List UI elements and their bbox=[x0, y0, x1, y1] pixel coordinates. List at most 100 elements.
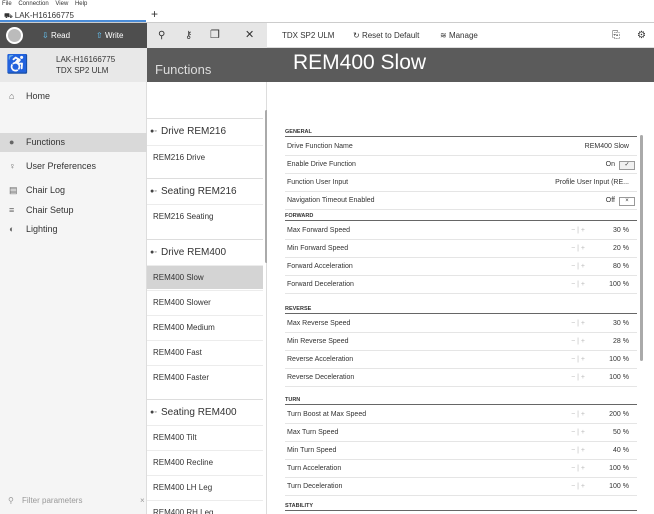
device-name: TDX SP2 ULM bbox=[282, 31, 335, 40]
param-value[interactable]: REM400 Slow bbox=[585, 138, 629, 156]
lighting-icon: ◐ bbox=[9, 224, 15, 234]
enable-toggle[interactable]: ✓ bbox=[619, 161, 635, 170]
value-stepper[interactable]: − | + bbox=[571, 222, 585, 240]
param-row[interactable]: Max Forward Speed − | + 30 % bbox=[285, 222, 637, 240]
group-title: Drive REM216 bbox=[161, 126, 227, 137]
tab-device[interactable]: ⛟ LAK-H16166775 bbox=[0, 9, 146, 22]
function-item[interactable]: REM400 LH Leg bbox=[147, 475, 263, 499]
param-value[interactable]: 80 % bbox=[613, 258, 629, 276]
filter-input[interactable]: ⚲ Filter parameters × bbox=[0, 492, 147, 510]
function-item[interactable]: REM400 Recline bbox=[147, 450, 263, 474]
key-icon[interactable]: ⚷ bbox=[185, 23, 192, 48]
param-value[interactable]: 40 % bbox=[613, 442, 629, 460]
add-tab-button[interactable]: + bbox=[151, 8, 158, 21]
param-row[interactable]: Forward Acceleration − | + 80 % bbox=[285, 258, 637, 276]
value-stepper[interactable]: − | + bbox=[571, 315, 585, 333]
param-row[interactable]: Function User Input Profile User Input (… bbox=[285, 174, 637, 192]
navigation-timeout-toggle[interactable]: × bbox=[619, 197, 635, 206]
function-group-seating-rem216[interactable]: ●◦ Seating REM216 bbox=[147, 178, 263, 204]
sidebar-item-home[interactable]: ⌂ Home bbox=[0, 87, 147, 106]
write-button[interactable]: ⇧ Write bbox=[96, 23, 123, 48]
function-item[interactable]: REM400 Fast bbox=[147, 340, 263, 364]
value-stepper[interactable]: − | + bbox=[571, 369, 585, 387]
value-stepper[interactable]: − | + bbox=[571, 333, 585, 351]
value-stepper[interactable]: − | + bbox=[571, 258, 585, 276]
parameters-scrollbar[interactable] bbox=[640, 135, 643, 361]
param-value[interactable]: 30 % bbox=[613, 222, 629, 240]
function-item[interactable]: REM400 Tilt bbox=[147, 425, 263, 449]
copy-icon[interactable]: ❐ bbox=[210, 23, 220, 48]
function-item[interactable]: REM400 RH Leg bbox=[147, 500, 263, 514]
reset-default-button[interactable]: ↻ Reset to Default bbox=[353, 23, 419, 48]
value-stepper[interactable]: − | + bbox=[571, 442, 585, 460]
param-row[interactable]: Min Forward Speed − | + 20 % bbox=[285, 240, 637, 258]
value-stepper[interactable]: − | + bbox=[571, 240, 585, 258]
sidebar-item-lighting[interactable]: ◐ Lighting bbox=[0, 220, 147, 239]
param-row[interactable]: Min Reverse Speed − | + 28 % bbox=[285, 333, 637, 351]
function-item[interactable]: REM400 Slower bbox=[147, 290, 263, 314]
menu-file[interactable]: File bbox=[2, 1, 12, 7]
parameters-panel: GENERAL Drive Function Name REM400 Slow … bbox=[267, 82, 654, 514]
param-value[interactable]: 100 % bbox=[609, 351, 629, 369]
manage-icon: ≋ bbox=[440, 31, 449, 40]
param-value[interactable]: 50 % bbox=[613, 424, 629, 442]
value-stepper[interactable]: − | + bbox=[571, 478, 585, 496]
function-item[interactable]: REM400 Medium bbox=[147, 315, 263, 339]
function-item[interactable]: REM400 Faster bbox=[147, 365, 263, 389]
menu-help[interactable]: Help bbox=[75, 1, 87, 7]
param-row[interactable]: Turn Deceleration − | + 100 % bbox=[285, 478, 637, 496]
manage-button[interactable]: ≋ Manage bbox=[440, 23, 478, 48]
read-button[interactable]: ⇩ Read bbox=[42, 23, 70, 48]
value-stepper[interactable]: − | + bbox=[571, 351, 585, 369]
param-value[interactable]: 30 % bbox=[613, 315, 629, 333]
value-stepper[interactable]: − | + bbox=[571, 460, 585, 478]
chair-icon[interactable]: ⚲ bbox=[158, 23, 165, 48]
menu-view[interactable]: View bbox=[55, 1, 68, 7]
param-row[interactable]: Max Reverse Speed − | + 30 % bbox=[285, 315, 637, 333]
function-item-selected[interactable]: REM400 Slow bbox=[147, 265, 263, 289]
param-row[interactable]: Min Turn Speed − | + 40 % bbox=[285, 442, 637, 460]
function-item[interactable]: REM216 Seating bbox=[147, 204, 263, 228]
param-value[interactable]: 100 % bbox=[609, 276, 629, 294]
user-input-select[interactable]: Profile User Input (RE... bbox=[555, 174, 629, 192]
function-group-drive-rem400[interactable]: ●◦ Drive REM400 bbox=[147, 239, 263, 265]
toolbar-right: TDX SP2 ULM ↻ Reset to Default ≋ Manage … bbox=[267, 23, 654, 48]
param-row[interactable]: Enable Drive Function On ✓ bbox=[285, 156, 637, 174]
clear-icon[interactable]: × bbox=[140, 492, 145, 510]
value-stepper[interactable]: − | + bbox=[571, 406, 585, 424]
save-icon[interactable]: ⎘ bbox=[612, 23, 620, 48]
function-item[interactable]: REM216 Drive bbox=[147, 145, 263, 169]
param-row[interactable]: Turn Boost at Max Speed − | + 200 % bbox=[285, 406, 637, 424]
device-tab-icon: ⛟ bbox=[4, 13, 15, 20]
device-model: TDX SP2 ULM bbox=[56, 66, 109, 75]
param-row[interactable]: Navigation Timeout Enabled Off × bbox=[285, 192, 637, 210]
param-value[interactable]: 20 % bbox=[613, 240, 629, 258]
sidebar-item-functions[interactable]: ● Functions bbox=[0, 133, 147, 152]
param-row[interactable]: Max Turn Speed − | + 50 % bbox=[285, 424, 637, 442]
settings-icon[interactable]: ⚙ bbox=[637, 23, 646, 48]
function-group-drive-rem216[interactable]: ●◦ Drive REM216 bbox=[147, 118, 263, 144]
function-group-seating-rem400[interactable]: ●◦ Seating REM400 bbox=[147, 399, 263, 425]
sidebar-item-chair-log[interactable]: ▤ Chair Log bbox=[0, 181, 147, 200]
sidebar-item-label: Chair Setup bbox=[26, 205, 74, 215]
menu-connection[interactable]: Connection bbox=[18, 1, 48, 7]
section-stability: STABILITY bbox=[285, 502, 637, 511]
close-icon[interactable]: ✕ bbox=[245, 23, 254, 48]
sidebar-item-user-preferences[interactable]: ♀ User Preferences bbox=[0, 157, 147, 176]
param-row[interactable]: Reverse Deceleration − | + 100 % bbox=[285, 369, 637, 387]
param-row[interactable]: Reverse Acceleration − | + 100 % bbox=[285, 351, 637, 369]
param-row[interactable]: Drive Function Name REM400 Slow bbox=[285, 138, 637, 156]
log-icon: ▤ bbox=[9, 185, 18, 195]
param-row[interactable]: Turn Acceleration − | + 100 % bbox=[285, 460, 637, 478]
param-value[interactable]: 100 % bbox=[609, 478, 629, 496]
param-value[interactable]: 100 % bbox=[609, 460, 629, 478]
value-stepper[interactable]: − | + bbox=[571, 424, 585, 442]
power-icon[interactable] bbox=[6, 27, 23, 44]
param-value[interactable]: 28 % bbox=[613, 333, 629, 351]
param-row[interactable]: Forward Deceleration − | + 100 % bbox=[285, 276, 637, 294]
param-value[interactable]: 100 % bbox=[609, 369, 629, 387]
param-value[interactable]: 200 % bbox=[609, 406, 629, 424]
param-label: Forward Deceleration bbox=[287, 281, 354, 288]
sidebar-item-chair-setup[interactable]: ≡ Chair Setup bbox=[0, 201, 147, 220]
value-stepper[interactable]: − | + bbox=[571, 276, 585, 294]
